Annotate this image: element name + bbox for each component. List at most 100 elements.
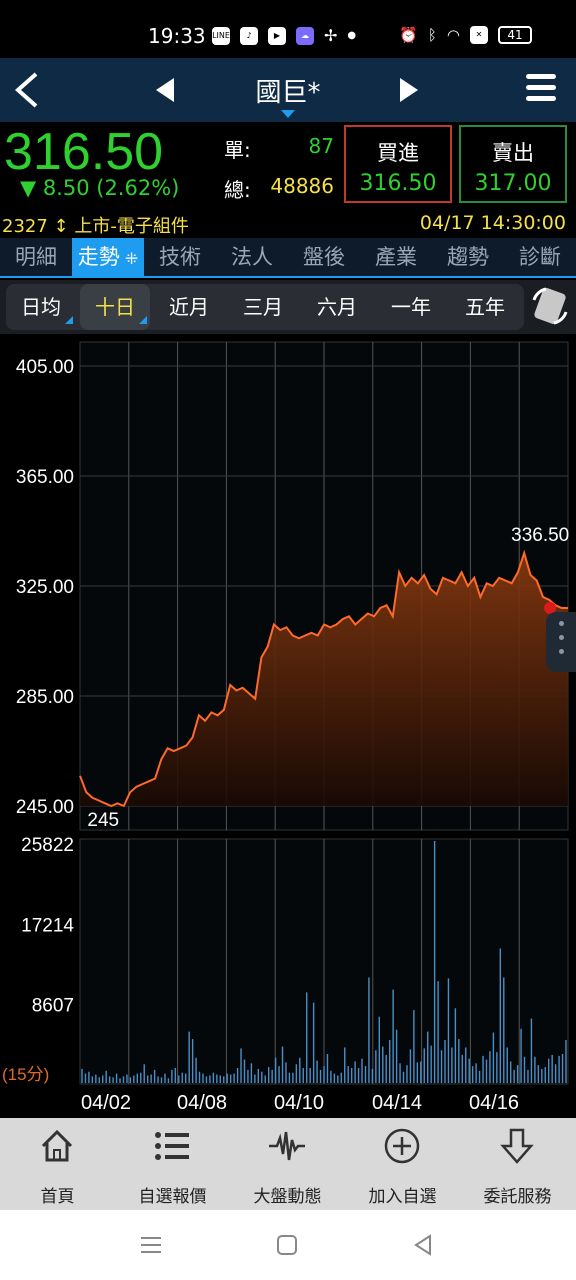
range-one-month[interactable]: 近月 bbox=[154, 284, 224, 330]
stock-title[interactable]: 國巨* bbox=[230, 72, 346, 109]
nav-order-service[interactable]: 委託服務 bbox=[460, 1118, 575, 1210]
price-tick-label: 285.00 bbox=[16, 687, 74, 708]
expand-icon: ⁜ bbox=[119, 249, 139, 268]
updown-arrow-icon: ↕ bbox=[53, 216, 69, 237]
ask-price: 317.00 bbox=[474, 171, 552, 196]
ask-button[interactable]: 賣出 317.00 bbox=[459, 125, 567, 203]
nav-add-watchlist-label: 加入自選 bbox=[368, 1187, 437, 1207]
system-status: ⏰ ᛒ ◠ ✕ 41 bbox=[399, 26, 532, 44]
quote-panel: 316.50 ▼ 8.50 (2.62%) 單: 87 總: 48886 買進 … bbox=[0, 122, 576, 238]
status-bar: 19:33 LINE ♪ ▶ ☁ ✢ ● ⏰ ᛒ ◠ ✕ 41 bbox=[0, 0, 576, 58]
date-tick-label: 04/08 bbox=[177, 1092, 227, 1114]
nav-add-watchlist[interactable]: 加入自選 bbox=[345, 1118, 460, 1210]
bid-label: 買進 bbox=[377, 141, 419, 165]
tiktok-icon: ♪ bbox=[240, 26, 258, 45]
back-button-icon[interactable] bbox=[410, 1232, 436, 1258]
volume-tick-label: 17214 bbox=[21, 915, 74, 936]
side-drawer-handle[interactable] bbox=[546, 612, 576, 672]
battery-icon: 41 bbox=[498, 26, 532, 44]
nav-order-service-label: 委託服務 bbox=[483, 1187, 552, 1207]
dropdown-corner-icon bbox=[65, 316, 73, 324]
range-daily-average-label: 日均 bbox=[21, 295, 61, 319]
date-tick-label: 04/10 bbox=[274, 1092, 324, 1114]
ask-label: 賣出 bbox=[492, 141, 534, 165]
next-stock-icon[interactable] bbox=[400, 78, 418, 102]
status-time: 19:33 bbox=[148, 24, 206, 48]
range-daily-average[interactable]: 日均 bbox=[6, 284, 76, 330]
tab-technical[interactable]: 技術 bbox=[144, 238, 216, 276]
price-change: ▼ 8.50 (2.62%) bbox=[20, 176, 180, 200]
low-annotation: 245 bbox=[87, 810, 119, 831]
nav-watchlist-label: 自選報價 bbox=[138, 1187, 207, 1207]
bid-button[interactable]: 買進 316.50 bbox=[344, 125, 452, 203]
bluetooth-icon: ᛒ bbox=[427, 26, 437, 44]
last-price: 316.50 bbox=[4, 123, 164, 181]
fan-icon: ✢ bbox=[324, 26, 338, 45]
weather-icon: ☁ bbox=[296, 26, 314, 45]
rotate-screen-icon[interactable] bbox=[530, 286, 570, 326]
notification-icons: LINE ♪ ▶ ☁ ✢ ● bbox=[212, 26, 356, 45]
dot-icon: ● bbox=[347, 30, 357, 41]
pulse-icon bbox=[269, 1131, 305, 1161]
range-one-year[interactable]: 一年 bbox=[376, 284, 446, 330]
range-selector: 日均 十日 近月 三月 六月 一年 五年 bbox=[0, 280, 576, 334]
bid-price: 316.50 bbox=[359, 171, 437, 196]
title-dropdown-caret-icon bbox=[281, 110, 295, 118]
date-tick-label: 04/14 bbox=[372, 1092, 422, 1114]
tab-industry[interactable]: 產業 bbox=[360, 238, 432, 276]
price-tick-label: 325.00 bbox=[16, 577, 74, 598]
wifi-icon: ◠ bbox=[446, 26, 460, 44]
tab-diagnosis[interactable]: 診斷 bbox=[504, 238, 576, 276]
previous-stock-icon[interactable] bbox=[156, 78, 174, 102]
line-app-icon: LINE bbox=[212, 26, 230, 45]
list-icon bbox=[155, 1132, 189, 1160]
recent-apps-icon[interactable] bbox=[138, 1232, 164, 1258]
tab-trend-label: 走勢 bbox=[77, 245, 120, 269]
unit-volume-value: 87 bbox=[308, 134, 334, 158]
volume-tick-label: 8607 bbox=[32, 996, 74, 1017]
down-arrow-icon bbox=[500, 1128, 534, 1164]
date-tick-label: 04/16 bbox=[469, 1092, 519, 1114]
price-volume-chart[interactable]: 405.00 365.00 325.00 285.00 245.00 336.50 245 2… bbox=[0, 334, 576, 1118]
range-buttons: 日均 十日 近月 三月 六月 一年 五年 bbox=[6, 284, 524, 330]
nav-market[interactable]: 大盤動態 bbox=[230, 1118, 345, 1210]
volume-tick-label: 25822 bbox=[21, 835, 74, 856]
tab-details[interactable]: 明細 bbox=[0, 238, 72, 276]
price-tick-label: 365.00 bbox=[16, 467, 74, 488]
stock-code-line: 2327 ↕ 上市-電子組件 bbox=[2, 212, 189, 238]
nav-market-label: 大盤動態 bbox=[253, 1187, 322, 1207]
market-sector: 上市-電子組件 bbox=[74, 216, 189, 237]
youtube-icon: ▶ bbox=[268, 26, 286, 45]
total-volume-label: 總: bbox=[224, 178, 251, 202]
range-five-years[interactable]: 五年 bbox=[450, 284, 520, 330]
range-six-months[interactable]: 六月 bbox=[302, 284, 372, 330]
chart-area: 405.00 365.00 325.00 285.00 245.00 336.50 245 2… bbox=[0, 334, 576, 1118]
home-button-icon[interactable] bbox=[274, 1232, 300, 1258]
nav-watchlist[interactable]: 自選報價 bbox=[115, 1118, 230, 1210]
sim-icon: ✕ bbox=[470, 26, 488, 44]
high-annotation: 336.50 bbox=[511, 525, 569, 546]
price-tick-label: 245.00 bbox=[16, 797, 74, 818]
add-circle-icon bbox=[384, 1128, 420, 1164]
range-three-months[interactable]: 三月 bbox=[228, 284, 298, 330]
nav-home-label: 首頁 bbox=[40, 1187, 75, 1207]
quote-datetime: 04/17 14:30:00 bbox=[419, 212, 566, 234]
range-ten-days-label: 十日 bbox=[95, 295, 135, 319]
tab-trend[interactable]: 走勢 ⁜ bbox=[72, 238, 144, 276]
menu-icon[interactable] bbox=[526, 74, 556, 104]
alarm-icon: ⏰ bbox=[399, 26, 418, 44]
date-tick-label: 04/02 bbox=[81, 1092, 131, 1114]
system-navigation-bar bbox=[0, 1210, 576, 1280]
tab-after-hours[interactable]: 盤後 bbox=[288, 238, 360, 276]
total-volume-value: 48886 bbox=[270, 174, 334, 198]
tab-institutional[interactable]: 法人 bbox=[216, 238, 288, 276]
price-tick-label: 405.00 bbox=[16, 357, 74, 378]
range-ten-days[interactable]: 十日 bbox=[80, 284, 150, 330]
tab-bar: 明細 走勢 ⁜ 技術 法人 盤後 產業 趨勢 診斷 bbox=[0, 238, 576, 278]
bottom-navigation: 首頁 自選報價 大盤動態 加入自選 委託服務 bbox=[0, 1118, 576, 1210]
volume-unit-label: (15分) bbox=[2, 1065, 49, 1084]
back-icon[interactable] bbox=[12, 70, 42, 110]
nav-home[interactable]: 首頁 bbox=[0, 1118, 115, 1210]
dropdown-corner-icon bbox=[139, 316, 147, 324]
tab-trends[interactable]: 趨勢 bbox=[432, 238, 504, 276]
